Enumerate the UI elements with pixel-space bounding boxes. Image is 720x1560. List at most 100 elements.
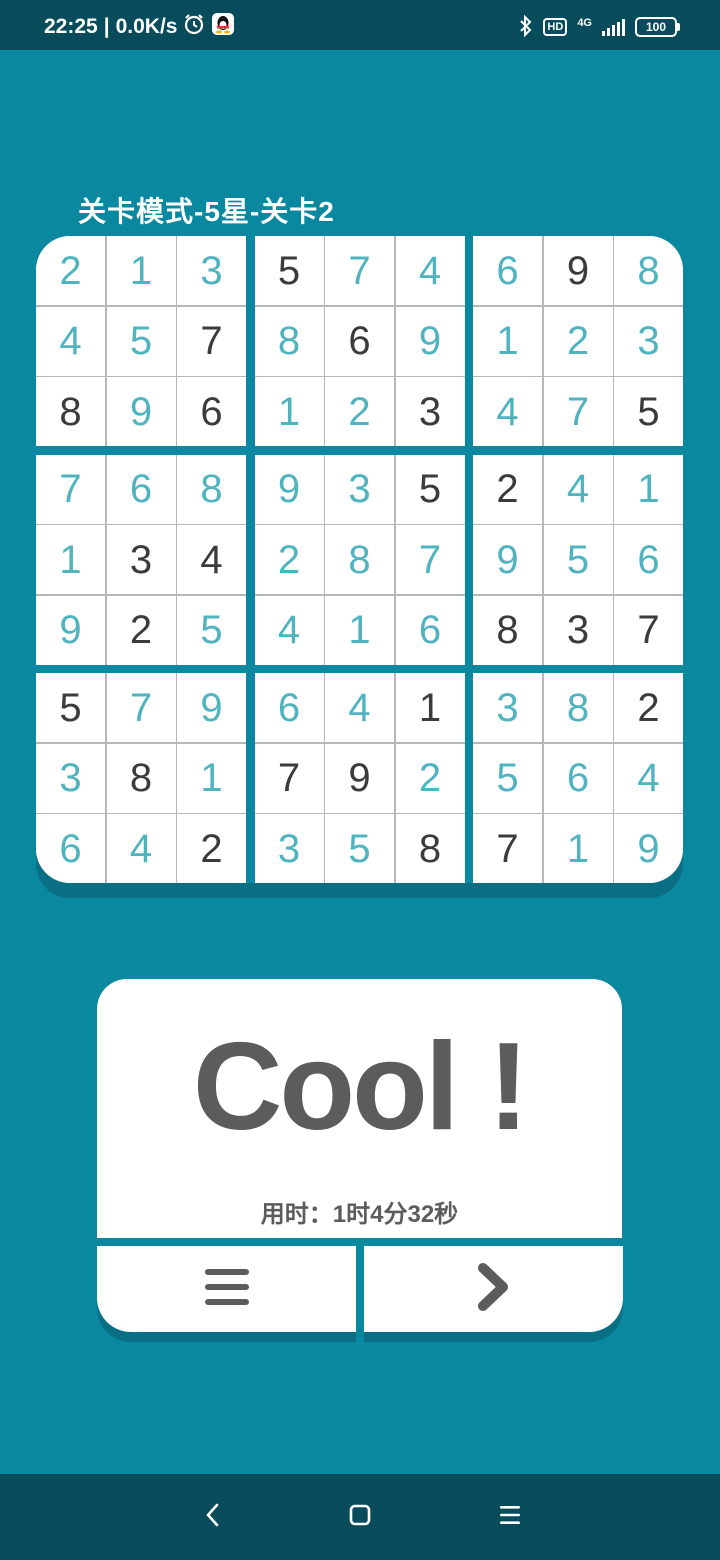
back-icon xyxy=(203,1502,223,1532)
sudoku-cell[interactable]: 6 xyxy=(106,454,176,524)
status-left: 22:25 | 0.0K/s xyxy=(44,12,235,42)
sudoku-cell[interactable]: 9 xyxy=(36,595,105,665)
sudoku-cell[interactable]: 3 xyxy=(473,673,542,742)
sudoku-cell[interactable]: 9 xyxy=(395,306,465,376)
sudoku-cell[interactable]: 4 xyxy=(177,525,246,594)
sudoku-cell[interactable]: 1 xyxy=(395,673,465,742)
sudoku-cell[interactable]: 1 xyxy=(106,236,176,305)
sudoku-cell[interactable]: 9 xyxy=(614,814,683,883)
sudoku-cell[interactable]: 6 xyxy=(395,595,465,665)
sudoku-cell[interactable]: 9 xyxy=(325,743,394,813)
sudoku-cell[interactable]: 3 xyxy=(614,306,683,376)
sudoku-cell[interactable]: 2 xyxy=(177,814,246,883)
sudoku-cell[interactable]: 5 xyxy=(543,525,613,594)
menu-icon xyxy=(204,1267,249,1311)
sudoku-cell[interactable]: 5 xyxy=(36,673,105,742)
chevron-right-icon xyxy=(477,1262,511,1316)
sudoku-cell[interactable]: 8 xyxy=(325,525,394,594)
recents-button[interactable] xyxy=(493,1500,527,1534)
status-time: 22:25 xyxy=(44,15,98,38)
sudoku-cell[interactable]: 1 xyxy=(473,306,542,376)
sudoku-cell[interactable]: 3 xyxy=(106,525,176,594)
sudoku-cell[interactable]: 9 xyxy=(543,236,613,305)
sudoku-cell[interactable]: 9 xyxy=(473,525,542,594)
sudoku-cell[interactable]: 1 xyxy=(325,595,394,665)
sudoku-cell[interactable]: 5 xyxy=(106,306,176,376)
sudoku-cell[interactable]: 5 xyxy=(177,595,246,665)
sudoku-cell[interactable]: 4 xyxy=(473,377,542,446)
sudoku-cell[interactable]: 4 xyxy=(614,743,683,813)
status-right: HD 4G 100 xyxy=(519,14,680,40)
home-button[interactable] xyxy=(343,1500,377,1534)
sudoku-cell[interactable]: 6 xyxy=(473,236,542,305)
sudoku-cell[interactable]: 8 xyxy=(473,595,542,665)
sudoku-cell[interactable]: 3 xyxy=(254,814,324,883)
sudoku-cell[interactable]: 4 xyxy=(254,595,324,665)
sudoku-cell[interactable]: 3 xyxy=(543,595,613,665)
sudoku-cell[interactable]: 3 xyxy=(395,377,465,446)
sudoku-cell[interactable]: 8 xyxy=(543,673,613,742)
sudoku-cell[interactable]: 1 xyxy=(543,814,613,883)
sudoku-cell[interactable]: 2 xyxy=(395,743,465,813)
sudoku-cell[interactable]: 5 xyxy=(254,236,324,305)
sudoku-box: 213 457 896 xyxy=(36,236,246,446)
sudoku-cell[interactable]: 2 xyxy=(254,525,324,594)
sudoku-cell[interactable]: 2 xyxy=(614,673,683,742)
sudoku-cell[interactable]: 2 xyxy=(473,454,542,524)
sudoku-cell[interactable]: 1 xyxy=(36,525,105,594)
sudoku-cell[interactable]: 8 xyxy=(614,236,683,305)
sudoku-box: 768 134 925 xyxy=(36,454,246,665)
sudoku-cell[interactable]: 4 xyxy=(36,306,105,376)
sudoku-cell[interactable]: 1 xyxy=(254,377,324,446)
menu-button[interactable] xyxy=(97,1246,356,1332)
sudoku-cell[interactable]: 2 xyxy=(325,377,394,446)
sudoku-cell[interactable]: 6 xyxy=(325,306,394,376)
sudoku-cell[interactable]: 2 xyxy=(543,306,613,376)
back-button[interactable] xyxy=(196,1500,230,1534)
next-level-button[interactable] xyxy=(364,1246,623,1332)
sudoku-cell[interactable]: 4 xyxy=(325,673,394,742)
sudoku-cell[interactable]: 8 xyxy=(254,306,324,376)
sudoku-cell[interactable]: 7 xyxy=(106,673,176,742)
sudoku-cell[interactable]: 1 xyxy=(177,743,246,813)
home-icon xyxy=(348,1503,372,1531)
sudoku-cell[interactable]: 9 xyxy=(177,673,246,742)
qq-icon xyxy=(211,12,235,42)
hd-badge: HD xyxy=(543,18,568,36)
sudoku-cell[interactable]: 7 xyxy=(177,306,246,376)
sudoku-cell[interactable]: 2 xyxy=(106,595,176,665)
sudoku-cell[interactable]: 5 xyxy=(614,377,683,446)
sudoku-cell[interactable]: 7 xyxy=(614,595,683,665)
sudoku-cell[interactable]: 4 xyxy=(543,454,613,524)
sudoku-cell[interactable]: 4 xyxy=(395,236,465,305)
sudoku-cell[interactable]: 7 xyxy=(473,814,542,883)
sudoku-cell[interactable]: 5 xyxy=(325,814,394,883)
sudoku-cell[interactable]: 7 xyxy=(543,377,613,446)
recents-icon xyxy=(498,1504,522,1530)
sudoku-cell[interactable]: 2 xyxy=(36,236,105,305)
sudoku-cell[interactable]: 5 xyxy=(473,743,542,813)
sudoku-cell[interactable]: 8 xyxy=(106,743,176,813)
sudoku-cell[interactable]: 7 xyxy=(395,525,465,594)
sudoku-cell[interactable]: 3 xyxy=(177,236,246,305)
sudoku-cell[interactable]: 9 xyxy=(254,454,324,524)
sudoku-cell[interactable]: 5 xyxy=(395,454,465,524)
sudoku-cell[interactable]: 1 xyxy=(614,454,683,524)
sudoku-cell[interactable]: 8 xyxy=(36,377,105,446)
sudoku-cell[interactable]: 8 xyxy=(177,454,246,524)
sudoku-cell[interactable]: 7 xyxy=(325,236,394,305)
sudoku-box: 641 792 358 xyxy=(254,673,465,883)
sudoku-cell[interactable]: 6 xyxy=(254,673,324,742)
sudoku-cell[interactable]: 7 xyxy=(254,743,324,813)
sudoku-cell[interactable]: 8 xyxy=(395,814,465,883)
sudoku-cell[interactable]: 4 xyxy=(106,814,176,883)
sudoku-cell[interactable]: 6 xyxy=(177,377,246,446)
sudoku-cell[interactable]: 6 xyxy=(36,814,105,883)
sudoku-cell[interactable]: 7 xyxy=(36,454,105,524)
status-separator: | xyxy=(103,15,110,38)
sudoku-cell[interactable]: 9 xyxy=(106,377,176,446)
sudoku-cell[interactable]: 6 xyxy=(614,525,683,594)
sudoku-cell[interactable]: 3 xyxy=(36,743,105,813)
sudoku-cell[interactable]: 3 xyxy=(325,454,394,524)
sudoku-cell[interactable]: 6 xyxy=(543,743,613,813)
